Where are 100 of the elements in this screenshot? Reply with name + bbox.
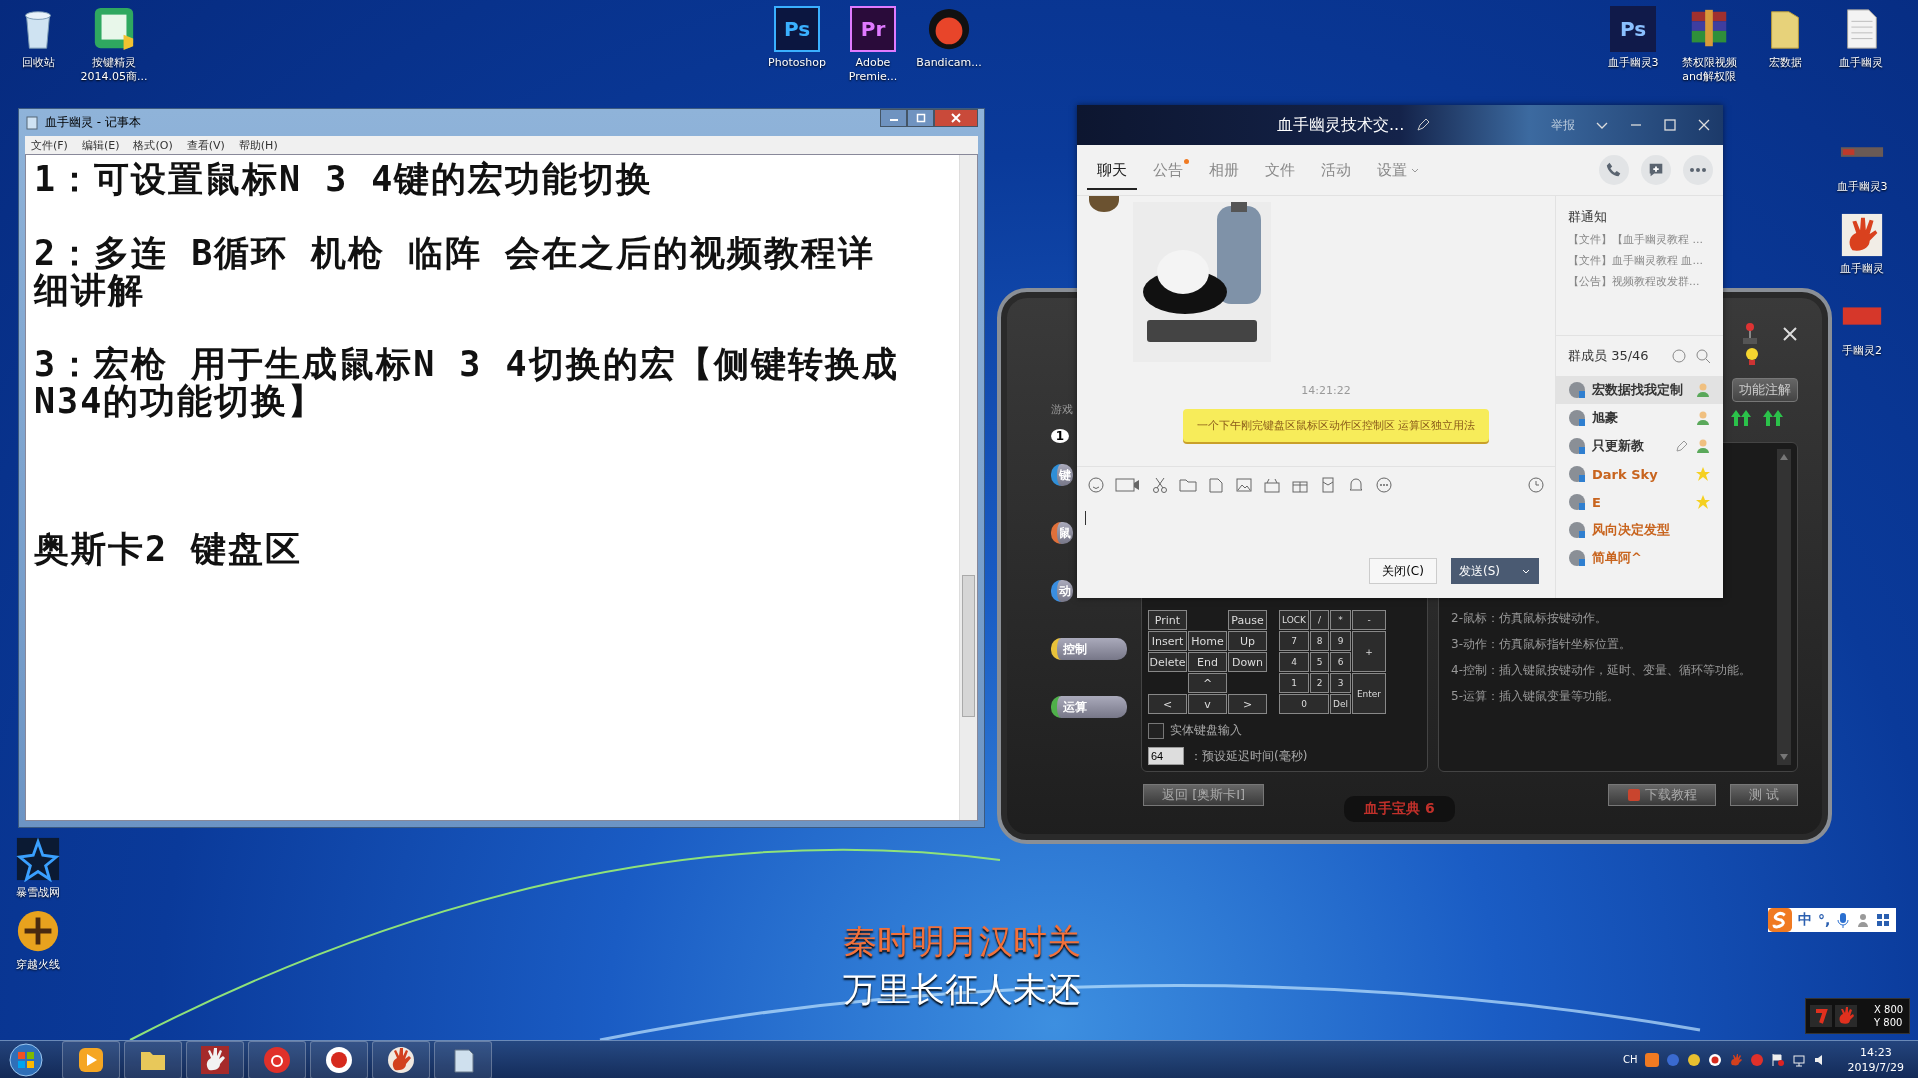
taskbar-button[interactable] bbox=[62, 1040, 120, 1078]
key[interactable]: < bbox=[1148, 694, 1187, 714]
tray-icon[interactable] bbox=[1686, 1052, 1701, 1067]
close-button[interactable]: 关闭(C) bbox=[1369, 558, 1437, 584]
member-row[interactable]: Dark Sky bbox=[1556, 460, 1723, 488]
taskbar-button[interactable] bbox=[248, 1040, 306, 1078]
gif-icon[interactable] bbox=[1115, 476, 1141, 494]
network-icon[interactable] bbox=[1791, 1052, 1806, 1067]
key[interactable]: 2 bbox=[1310, 673, 1329, 693]
key[interactable]: - bbox=[1352, 610, 1386, 630]
pencil-icon[interactable] bbox=[1675, 439, 1689, 453]
phone-button[interactable] bbox=[1599, 155, 1629, 185]
maximize-icon[interactable] bbox=[1663, 118, 1677, 132]
key[interactable]: Down bbox=[1228, 652, 1267, 672]
gift-box-icon[interactable] bbox=[1263, 476, 1281, 494]
key[interactable]: 4 bbox=[1279, 652, 1309, 672]
member-row[interactable]: 简单阿^ bbox=[1556, 544, 1723, 572]
record-icon[interactable] bbox=[1707, 1052, 1722, 1067]
shooter-app-icon[interactable] bbox=[15, 908, 61, 954]
key[interactable]: LOCK bbox=[1279, 610, 1309, 630]
grid-icon[interactable] bbox=[1876, 912, 1891, 928]
ime-mode[interactable]: 中 bbox=[1798, 911, 1812, 929]
punctuation-mode[interactable]: °, bbox=[1818, 912, 1831, 928]
clock-icon[interactable] bbox=[1527, 476, 1545, 494]
key[interactable]: Pause bbox=[1228, 610, 1267, 630]
tab-label[interactable]: 游戏 bbox=[1051, 402, 1073, 417]
move-up-icon[interactable] bbox=[1762, 408, 1784, 428]
clock[interactable]: 14:23 2019/7/29 bbox=[1847, 1044, 1904, 1075]
member-row[interactable]: 宏数据找我定制 bbox=[1556, 376, 1723, 404]
scroll-down-icon[interactable] bbox=[1779, 753, 1789, 761]
key[interactable]: 9 bbox=[1330, 631, 1351, 651]
icon-label[interactable]: 按键精灵 2014.05商... bbox=[80, 56, 148, 84]
app-tile-icon[interactable]: Ps bbox=[1610, 6, 1656, 52]
key[interactable]: 1 bbox=[1279, 673, 1309, 693]
app-tile-icon[interactable]: Pr bbox=[850, 6, 896, 52]
key[interactable]: 7 bbox=[1279, 631, 1309, 651]
key[interactable]: / bbox=[1310, 610, 1329, 630]
text-area[interactable]: 1：可设置鼠标N 3 4键的宏功能切换 2：多连 B循环 机枪 临阵 会在之后的视频教程详细讲解 3：宏枪 用于生成鼠标N 3 4切换的宏【侧键转换成N34的功能切换】 奥斯卡2 键盘区 bbox=[25, 154, 978, 821]
more-icon[interactable] bbox=[1375, 476, 1393, 494]
key[interactable]: End bbox=[1188, 652, 1227, 672]
taskbar-button[interactable] bbox=[186, 1040, 244, 1078]
taskbar-button[interactable] bbox=[434, 1040, 492, 1078]
icon-label[interactable]: 禁权限视频 and解权限 bbox=[1681, 56, 1737, 84]
taskbar-button[interactable] bbox=[124, 1040, 182, 1078]
key[interactable]: > bbox=[1228, 694, 1267, 714]
notes-button[interactable]: 功能注解 bbox=[1732, 378, 1798, 402]
taskbar-button[interactable] bbox=[372, 1040, 430, 1078]
key[interactable]: Enter bbox=[1352, 673, 1386, 714]
key[interactable]: 0 bbox=[1279, 694, 1329, 714]
flag-icon[interactable] bbox=[1770, 1052, 1785, 1067]
scissors-icon[interactable] bbox=[1151, 476, 1169, 494]
move-up-icon[interactable] bbox=[1730, 408, 1752, 428]
icon-label[interactable]: Bandicam... bbox=[916, 56, 982, 70]
image-icon[interactable] bbox=[1235, 476, 1253, 494]
key[interactable]: Del bbox=[1330, 694, 1351, 714]
bell-icon[interactable] bbox=[1347, 476, 1365, 494]
help-icon[interactable] bbox=[1665, 1052, 1680, 1067]
scrollbar[interactable] bbox=[959, 155, 977, 820]
menu-item[interactable]: 查看(V) bbox=[186, 137, 225, 153]
member-row[interactable]: 旭豪 bbox=[1556, 404, 1723, 432]
key[interactable]: Up bbox=[1228, 631, 1267, 651]
download-button[interactable]: 下载教程 bbox=[1607, 784, 1716, 806]
microphone-icon[interactable] bbox=[1836, 912, 1851, 928]
key[interactable]: Delete bbox=[1148, 652, 1187, 672]
tray-icon[interactable] bbox=[1644, 1052, 1659, 1067]
person-icon[interactable] bbox=[1856, 912, 1871, 928]
start-button[interactable] bbox=[8, 1041, 44, 1078]
scrollbar[interactable] bbox=[1777, 449, 1791, 765]
key[interactable]: v bbox=[1188, 694, 1227, 714]
add-chat-button[interactable] bbox=[1641, 155, 1671, 185]
hand-icon[interactable] bbox=[1839, 212, 1885, 258]
icon-label[interactable]: 暴雪战网 bbox=[16, 886, 60, 900]
menu-item[interactable]: 文件(F) bbox=[31, 137, 68, 153]
close-button[interactable] bbox=[934, 109, 978, 127]
envelope-icon[interactable] bbox=[1319, 476, 1337, 494]
language-indicator[interactable]: CH bbox=[1623, 1054, 1638, 1065]
delay-field[interactable]: 64 bbox=[1148, 747, 1184, 765]
test-button[interactable]: 测 试 bbox=[1729, 784, 1798, 806]
avatar[interactable] bbox=[1089, 196, 1119, 212]
key[interactable]: 8 bbox=[1310, 631, 1329, 651]
key[interactable]: 3 bbox=[1330, 673, 1351, 693]
emoji-icon[interactable] bbox=[1087, 476, 1105, 494]
member-row[interactable]: 只更新教 bbox=[1556, 432, 1723, 460]
more-button[interactable] bbox=[1683, 155, 1713, 185]
icon-label[interactable]: 血手幽灵 bbox=[1840, 262, 1884, 276]
tab[interactable]: 聊天 bbox=[1087, 150, 1137, 190]
icon-label[interactable]: 血手幽灵 bbox=[1839, 56, 1883, 70]
icon-label[interactable]: 回收站 bbox=[21, 56, 55, 70]
menu-item[interactable]: 格式(O) bbox=[133, 137, 173, 153]
key[interactable]: 6 bbox=[1330, 652, 1351, 672]
logo-icon[interactable] bbox=[1768, 908, 1792, 932]
icon-label[interactable]: 血手幽灵3 bbox=[1607, 56, 1659, 70]
key[interactable]: Insert bbox=[1148, 631, 1187, 651]
joystick-icon[interactable] bbox=[1740, 322, 1760, 346]
star-app-icon[interactable] bbox=[15, 836, 61, 882]
icon-label[interactable]: 血手幽灵3 bbox=[1836, 180, 1888, 194]
icon-label[interactable]: 宏数据 bbox=[1768, 56, 1802, 70]
light-bulb-icon[interactable] bbox=[1744, 346, 1760, 366]
app-tile-icon[interactable]: Ps bbox=[774, 6, 820, 52]
key[interactable]: 5 bbox=[1310, 652, 1329, 672]
